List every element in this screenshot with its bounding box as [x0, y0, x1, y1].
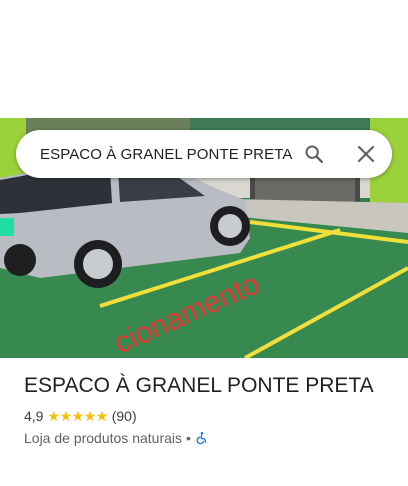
- place-category: Loja de produtos naturais: [24, 430, 182, 446]
- place-title: ESPACO À GRANEL PONTE PRETA: [24, 374, 374, 397]
- rating-stars: ★★★★★: [47, 408, 108, 424]
- tab-overview[interactable]: [0, 466, 24, 486]
- wheelchair-icon: [196, 432, 207, 445]
- rating-row[interactable]: 4,9 ★★★★★ (90): [24, 407, 394, 425]
- place-tabs: [0, 466, 408, 486]
- search-bar[interactable]: ESPACO À GRANEL PONTE PRETA: [16, 130, 392, 178]
- place-info: ESPACO À GRANEL PONTE PRETA 4,9 ★★★★★ (9…: [24, 372, 394, 447]
- search-input[interactable]: ESPACO À GRANEL PONTE PRETA: [40, 146, 294, 163]
- review-count[interactable]: (90): [112, 407, 137, 425]
- search-icon: [305, 145, 323, 163]
- separator-dot: •: [186, 430, 191, 446]
- search-button[interactable]: [294, 134, 334, 174]
- clear-search-button[interactable]: [346, 134, 386, 174]
- rating-value: 4,9: [24, 408, 44, 424]
- close-icon: [357, 145, 375, 163]
- category-row: Loja de produtos naturais •: [24, 429, 394, 447]
